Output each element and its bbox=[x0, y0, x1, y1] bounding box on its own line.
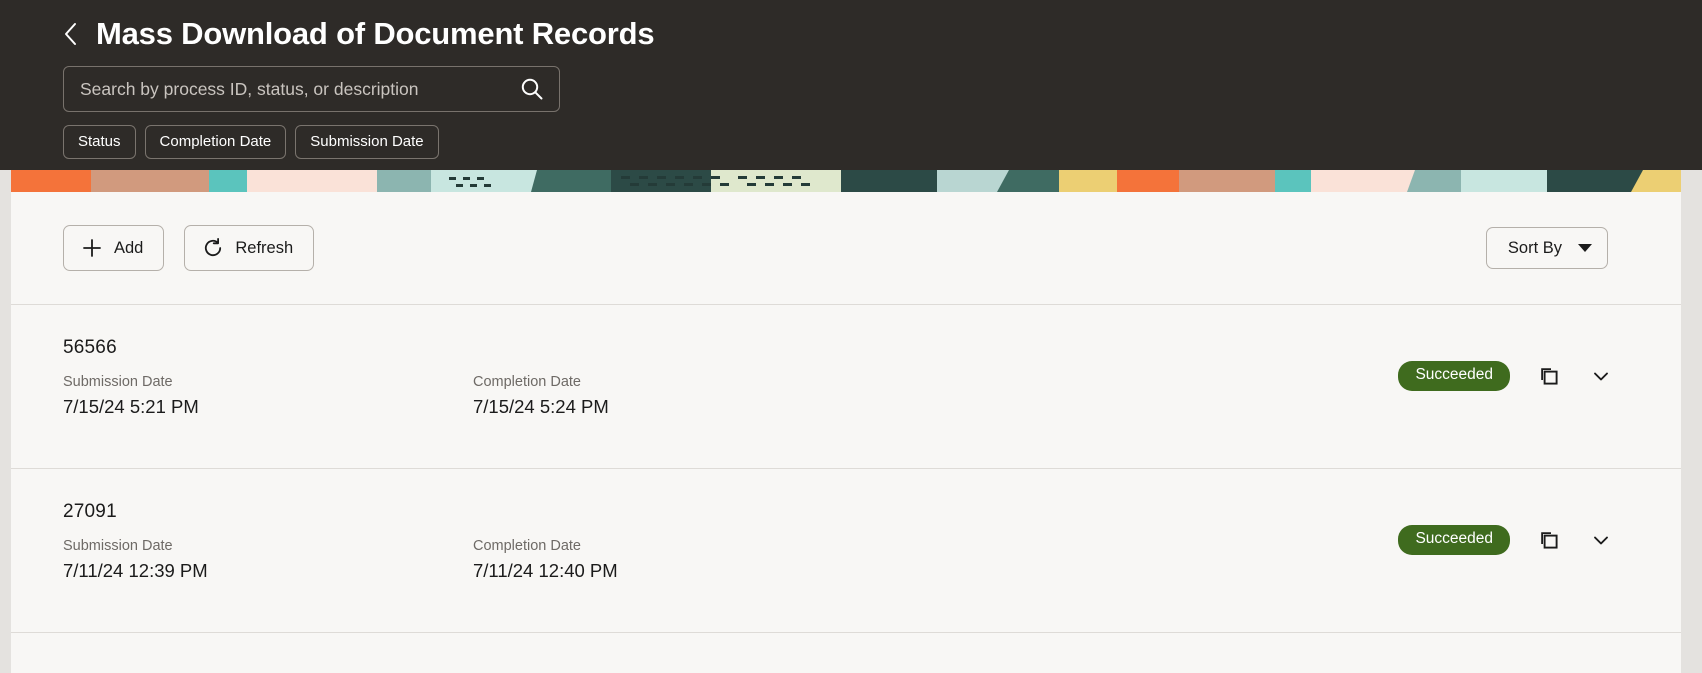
submission-date-label: Submission Date bbox=[63, 538, 173, 554]
right-gutter bbox=[1681, 170, 1702, 673]
record-row-partial[interactable] bbox=[11, 633, 1681, 673]
copy-button[interactable] bbox=[1536, 527, 1562, 553]
completion-date-label: Completion Date bbox=[473, 374, 581, 390]
copy-icon bbox=[1541, 367, 1558, 385]
refresh-button-label: Refresh bbox=[235, 238, 294, 257]
submission-date-field: Submission Date 7/11/24 12:39 PM bbox=[63, 537, 208, 583]
status-badge: Succeeded bbox=[1398, 525, 1510, 555]
chevron-left-icon bbox=[65, 23, 76, 45]
title-row: Mass Download of Document Records bbox=[0, 0, 1702, 54]
filter-chip-status[interactable]: Status bbox=[63, 125, 136, 160]
plus-icon bbox=[83, 239, 101, 257]
completion-date-field: Completion Date 7/11/24 12:40 PM bbox=[473, 537, 618, 583]
record-actions: Succeeded bbox=[1398, 361, 1614, 391]
search-box[interactable] bbox=[63, 66, 560, 112]
status-badge: Succeeded bbox=[1398, 361, 1510, 391]
completion-date-value: 7/11/24 12:40 PM bbox=[473, 559, 618, 581]
chevron-down-icon bbox=[1594, 372, 1608, 381]
completion-date-value: 7/15/24 5:24 PM bbox=[473, 395, 609, 417]
copy-button[interactable] bbox=[1536, 363, 1562, 389]
chevron-down-icon bbox=[1594, 536, 1608, 545]
refresh-icon bbox=[205, 238, 222, 257]
filter-chip-submission-date[interactable]: Submission Date bbox=[295, 125, 439, 160]
add-button[interactable]: Add bbox=[63, 225, 165, 271]
record-id: 56566 bbox=[63, 337, 117, 358]
sort-by-button[interactable]: Sort By bbox=[1485, 226, 1608, 270]
left-gutter bbox=[0, 170, 11, 673]
record-row[interactable]: 27091 Submission Date 7/11/24 12:39 PM C… bbox=[11, 469, 1681, 633]
toolbar-actions: Add Refresh bbox=[63, 225, 315, 271]
filter-chip-list: Status Completion Date Submission Date bbox=[63, 125, 1702, 160]
filter-chip-completion-date[interactable]: Completion Date bbox=[144, 125, 287, 160]
page-title: Mass Download of Document Records bbox=[96, 16, 655, 51]
sort-by-label: Sort By bbox=[1507, 238, 1562, 257]
copy-icon bbox=[1541, 531, 1558, 549]
record-actions: Succeeded bbox=[1398, 525, 1614, 555]
record-row[interactable]: 56566 Submission Date 7/15/24 5:21 PM Co… bbox=[11, 305, 1681, 469]
expand-row-button[interactable] bbox=[1588, 363, 1614, 389]
record-id: 27091 bbox=[63, 501, 117, 522]
completion-date-label: Completion Date bbox=[473, 538, 581, 554]
page-header: Mass Download of Document Records Status… bbox=[0, 0, 1702, 190]
banner-pattern bbox=[11, 170, 1681, 192]
completion-date-field: Completion Date 7/15/24 5:24 PM bbox=[473, 373, 609, 419]
add-button-label: Add bbox=[114, 238, 144, 257]
decorative-banner bbox=[11, 170, 1681, 192]
caret-down-icon bbox=[1578, 243, 1592, 252]
search-input[interactable] bbox=[80, 67, 519, 111]
submission-date-label: Submission Date bbox=[63, 374, 173, 390]
expand-row-button[interactable] bbox=[1588, 527, 1614, 553]
submission-date-field: Submission Date 7/15/24 5:21 PM bbox=[63, 373, 199, 419]
back-button[interactable] bbox=[58, 17, 84, 51]
submission-date-value: 7/11/24 12:39 PM bbox=[63, 559, 208, 581]
search-icon[interactable] bbox=[519, 76, 545, 102]
refresh-button[interactable]: Refresh bbox=[184, 225, 315, 271]
content-panel: Add Refresh Sort By 56566 Submission Dat… bbox=[11, 192, 1681, 673]
toolbar: Add Refresh Sort By bbox=[11, 192, 1681, 305]
submission-date-value: 7/15/24 5:21 PM bbox=[63, 395, 199, 417]
